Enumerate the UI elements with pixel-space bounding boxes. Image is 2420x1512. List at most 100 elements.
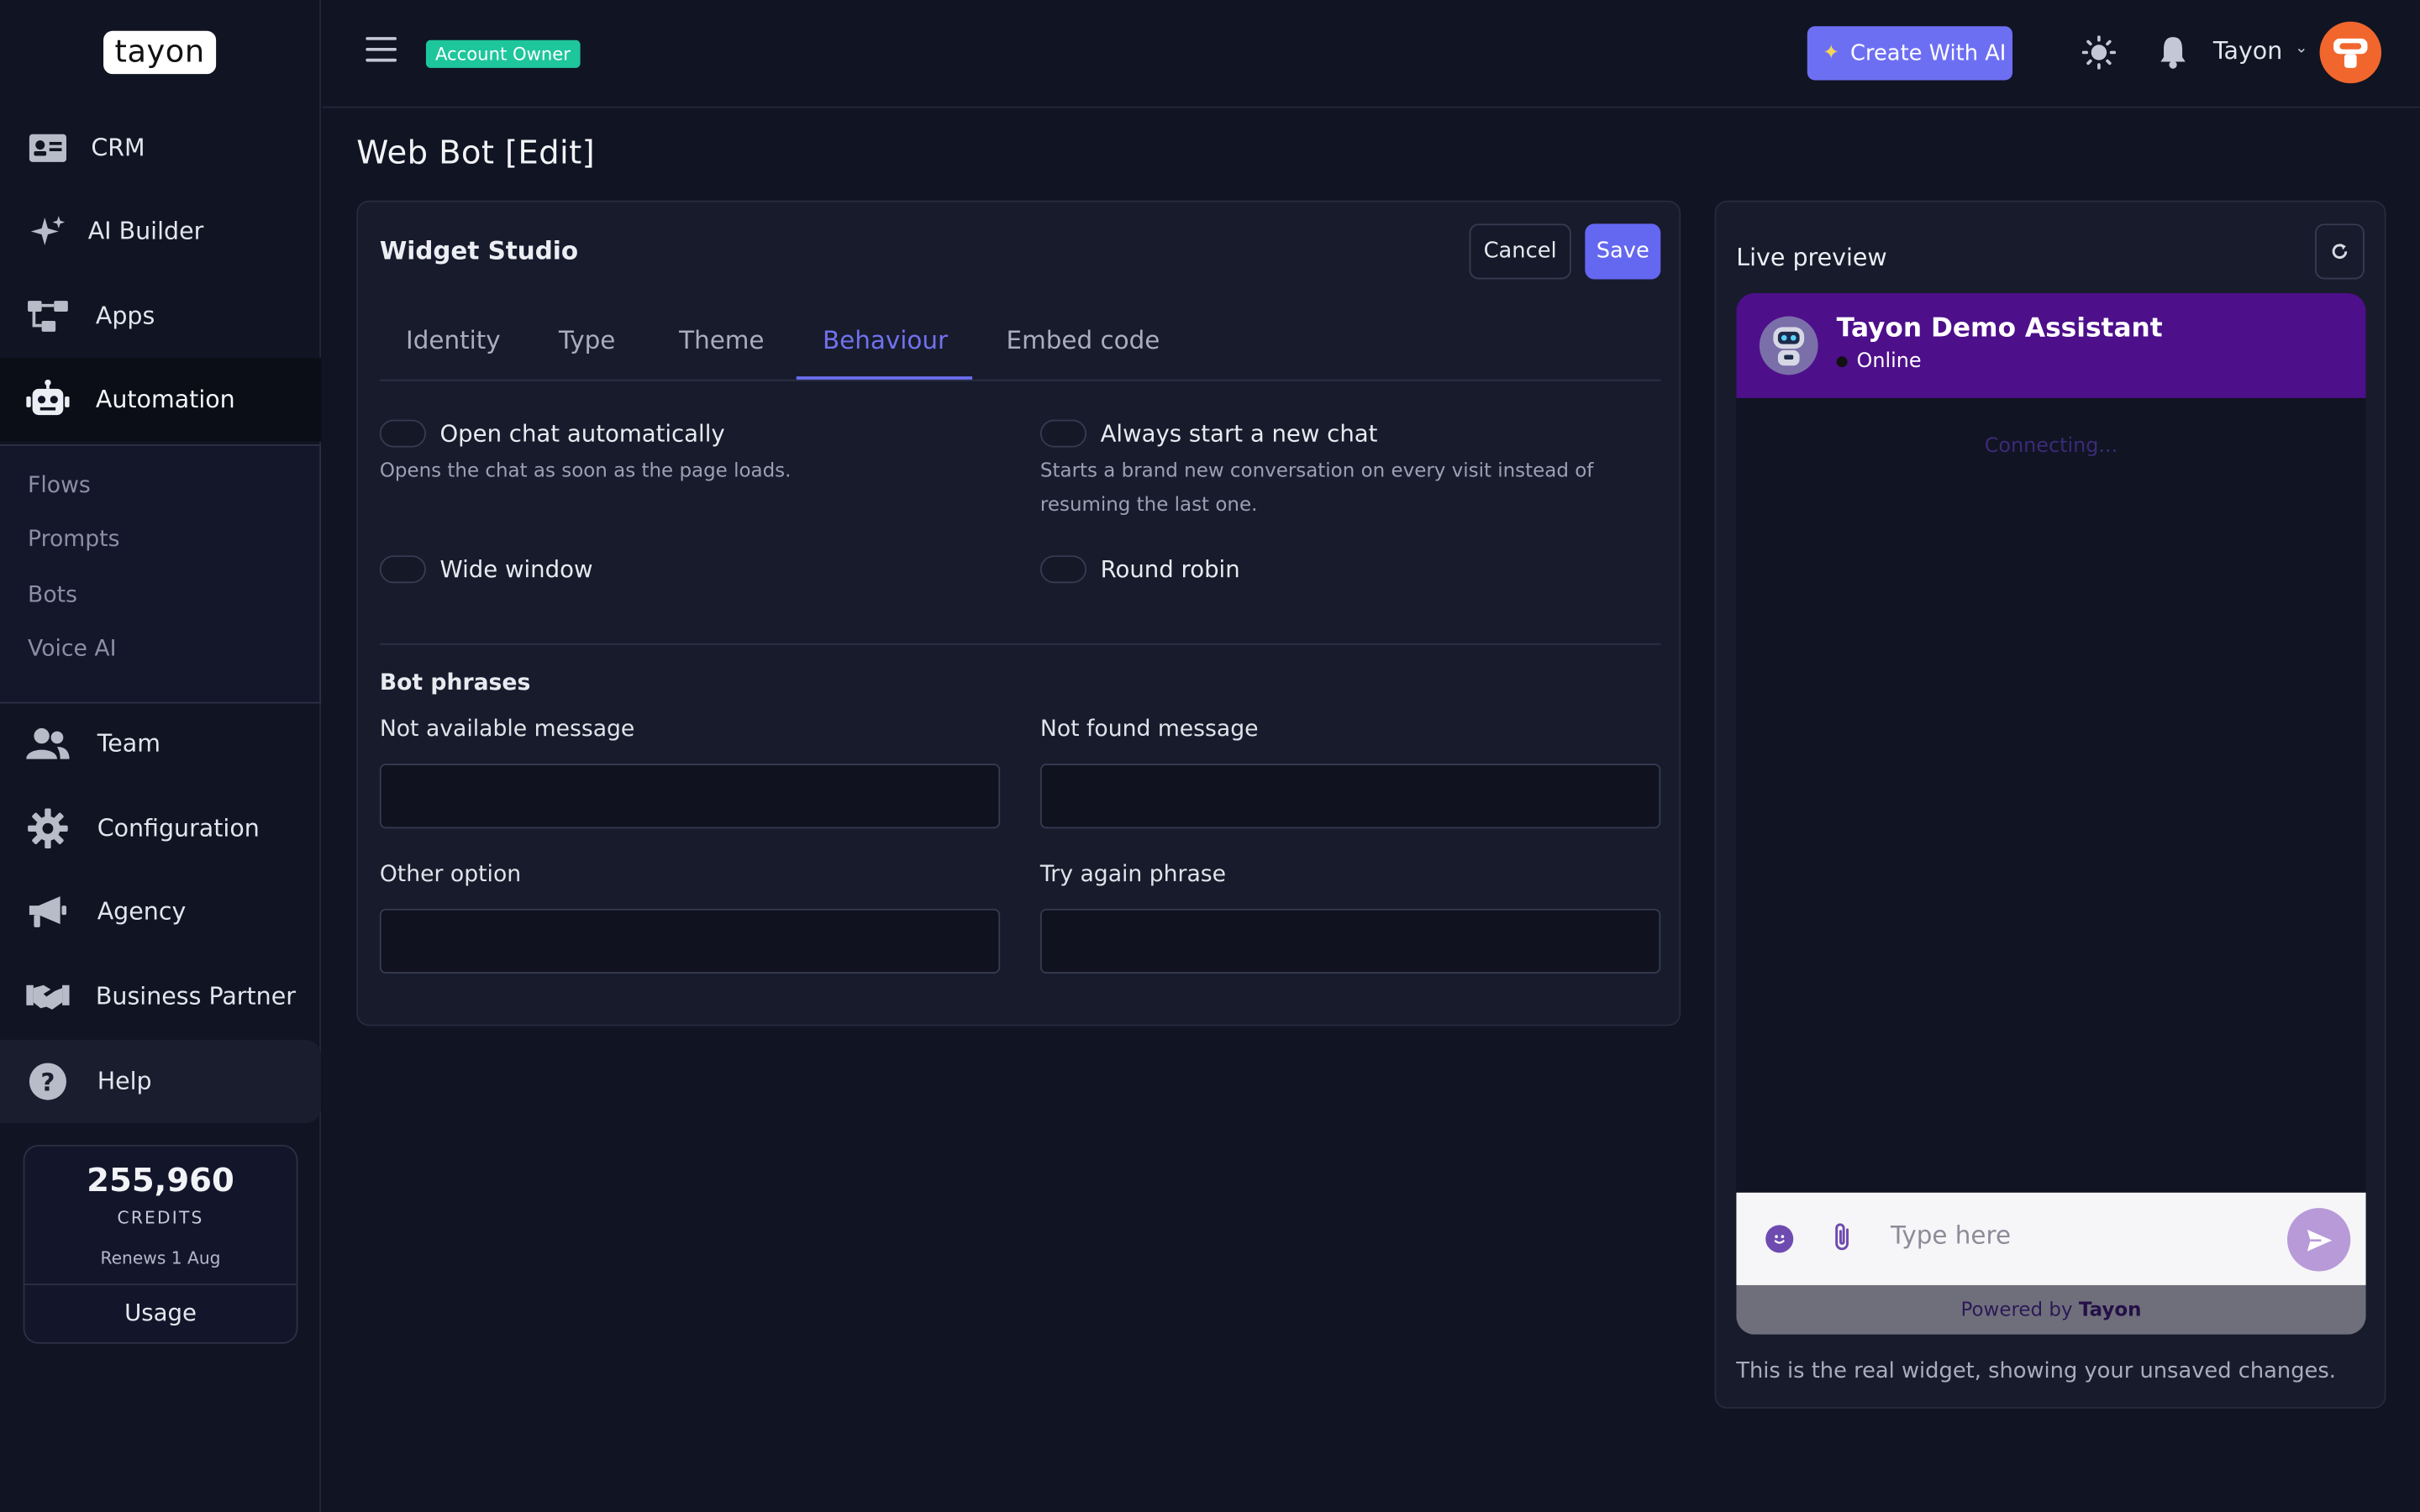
sidebar-item-automation[interactable]: Automation	[0, 358, 322, 442]
refresh-icon[interactable]	[2315, 223, 2365, 280]
powered-by-footer: Powered by Tayon	[1736, 1284, 2366, 1335]
not-available-message-input[interactable]	[379, 764, 1001, 829]
users-icon	[26, 722, 70, 765]
section-heading: Bot phrases	[379, 670, 531, 696]
sitemap-icon	[26, 295, 69, 338]
sparkles-icon: ✦	[1823, 41, 1840, 66]
chat-input-bar: Type here	[1736, 1192, 2366, 1285]
bot-name: Tayon Demo Assistant	[1836, 312, 2163, 344]
sidebar-item-help[interactable]: ? Help	[0, 1039, 322, 1124]
role-badge: Account Owner	[425, 39, 580, 68]
option-description: Opens the chat as soon as the page loads…	[379, 458, 792, 482]
save-button[interactable]: Save	[1585, 223, 1661, 280]
option-label: Always start a new chat	[1100, 419, 1378, 448]
status-dot-icon	[1836, 356, 1848, 368]
bell-icon[interactable]	[2158, 35, 2189, 69]
panel-title: Live preview	[1736, 244, 1887, 272]
question-circle-icon: ?	[26, 1060, 69, 1103]
automation-submenu: Flows Prompts Bots Voice AI	[0, 444, 322, 704]
logo[interactable]: tayon	[103, 30, 217, 75]
sparkles-icon	[26, 210, 69, 253]
option-label: Wide window	[439, 555, 593, 584]
sidebar-item-label: Apps	[95, 302, 155, 331]
wide-window-toggle[interactable]	[379, 555, 426, 584]
chevron-down-icon[interactable]: ⌄	[2295, 40, 2307, 57]
create-with-ai-label: Create With AI	[1850, 40, 2007, 66]
bot-avatar	[1759, 316, 1818, 375]
credits-label: CREDITS	[117, 1208, 204, 1229]
always-start-new-chat-toggle[interactable]	[1039, 419, 1087, 448]
round-robin-toggle[interactable]	[1039, 555, 1087, 584]
tab-type[interactable]: Type	[559, 326, 615, 355]
usage-button[interactable]: Usage	[24, 1284, 297, 1342]
chat-message-input[interactable]: Type here	[1891, 1221, 2011, 1250]
panel-title: Widget Studio	[379, 236, 579, 265]
sidebar-item-agency[interactable]: Agency	[0, 870, 321, 953]
widget-studio-panel: Widget Studio Cancel Save Identity Type …	[356, 200, 1681, 1026]
megaphone-icon	[26, 890, 69, 933]
sidebar-item-crm[interactable]: CRM	[0, 107, 321, 190]
sidebar-item-team[interactable]: Team	[0, 702, 321, 785]
create-with-ai-button[interactable]: ✦ Create With AI	[1807, 26, 2013, 81]
chat-header: Tayon Demo Assistant Online	[1736, 292, 2366, 398]
avatar[interactable]	[2319, 21, 2382, 84]
try-again-phrase-input[interactable]	[1039, 908, 1661, 974]
sidebar-item-label: Configuration	[97, 814, 260, 843]
tab-bar: Identity Type Theme Behaviour Embed code	[379, 304, 1661, 381]
cancel-button[interactable]: Cancel	[1469, 223, 1571, 280]
sidebar-item-apps[interactable]: Apps	[0, 275, 321, 358]
handshake-icon	[26, 975, 70, 1018]
emoji-icon[interactable]	[1765, 1225, 1794, 1253]
robot-icon	[26, 378, 70, 421]
powered-by-label: Powered by	[1960, 1297, 2073, 1321]
submenu-item-prompts[interactable]: Prompts	[28, 528, 119, 552]
field-label: Not available message	[379, 717, 635, 743]
send-icon	[2306, 1228, 2332, 1251]
page-title: Web Bot [Edit]	[356, 134, 596, 171]
open-chat-automatically-toggle[interactable]	[379, 419, 426, 448]
divider	[379, 643, 1661, 645]
bot-status: Online	[1836, 349, 1922, 374]
tab-theme[interactable]: Theme	[679, 326, 764, 355]
option-label: Open chat automatically	[439, 419, 725, 448]
other-option-input[interactable]	[379, 908, 1001, 974]
status-text: Online	[1856, 349, 1922, 374]
option-label: Round robin	[1100, 555, 1240, 584]
send-button[interactable]	[2286, 1208, 2351, 1272]
sun-icon[interactable]	[2081, 35, 2117, 70]
field-label: Try again phrase	[1039, 862, 1227, 888]
tab-behaviour[interactable]: Behaviour	[823, 326, 948, 355]
sidebar-item-label: Team	[97, 729, 160, 758]
field-label: Not found message	[1039, 717, 1259, 743]
user-name[interactable]: Tayon	[2213, 37, 2282, 65]
gear-icon	[26, 807, 69, 850]
sidebar-item-label: CRM	[91, 134, 145, 162]
id-card-icon	[26, 127, 69, 170]
field-label: Other option	[379, 862, 522, 888]
svg-text:?: ?	[40, 1068, 55, 1097]
sidebar: tayon CRM AI Builder Apps Automation Flo…	[0, 0, 322, 1512]
preview-note: This is the real widget, showing your un…	[1736, 1359, 2336, 1384]
menu-icon[interactable]	[366, 37, 397, 68]
sidebar-item-label: Automation	[95, 386, 235, 414]
connecting-text: Connecting...	[1984, 434, 2118, 459]
sidebar-item-ai-builder[interactable]: AI Builder	[0, 190, 321, 273]
powered-by-brand[interactable]: Tayon	[2079, 1298, 2142, 1321]
credits-card: 255,960 CREDITS Renews 1 Aug Usage	[23, 1144, 298, 1344]
not-found-message-input[interactable]	[1039, 764, 1661, 829]
option-description: Starts a brand new conversation on every…	[1039, 458, 1594, 516]
submenu-item-voice-ai[interactable]: Voice AI	[28, 638, 116, 662]
top-bar: Account Owner ✦ Create With AI Tayon ⌄	[322, 0, 2420, 108]
tab-embed-code[interactable]: Embed code	[1007, 326, 1160, 355]
sidebar-item-business-partner[interactable]: Business Partner	[0, 955, 321, 1038]
submenu-item-flows[interactable]: Flows	[28, 474, 91, 498]
submenu-item-bots[interactable]: Bots	[28, 583, 77, 607]
sidebar-item-configuration[interactable]: Configuration	[0, 787, 321, 870]
credits-amount: 255,960	[87, 1162, 234, 1200]
sidebar-item-label: Business Partner	[95, 982, 296, 1011]
paperclip-icon[interactable]	[1828, 1221, 1856, 1254]
tab-identity[interactable]: Identity	[406, 326, 501, 355]
sidebar-item-label: Agency	[97, 897, 187, 927]
sidebar-item-label: AI Builder	[87, 217, 204, 246]
credits-renewal: Renews 1 Aug	[100, 1247, 221, 1268]
